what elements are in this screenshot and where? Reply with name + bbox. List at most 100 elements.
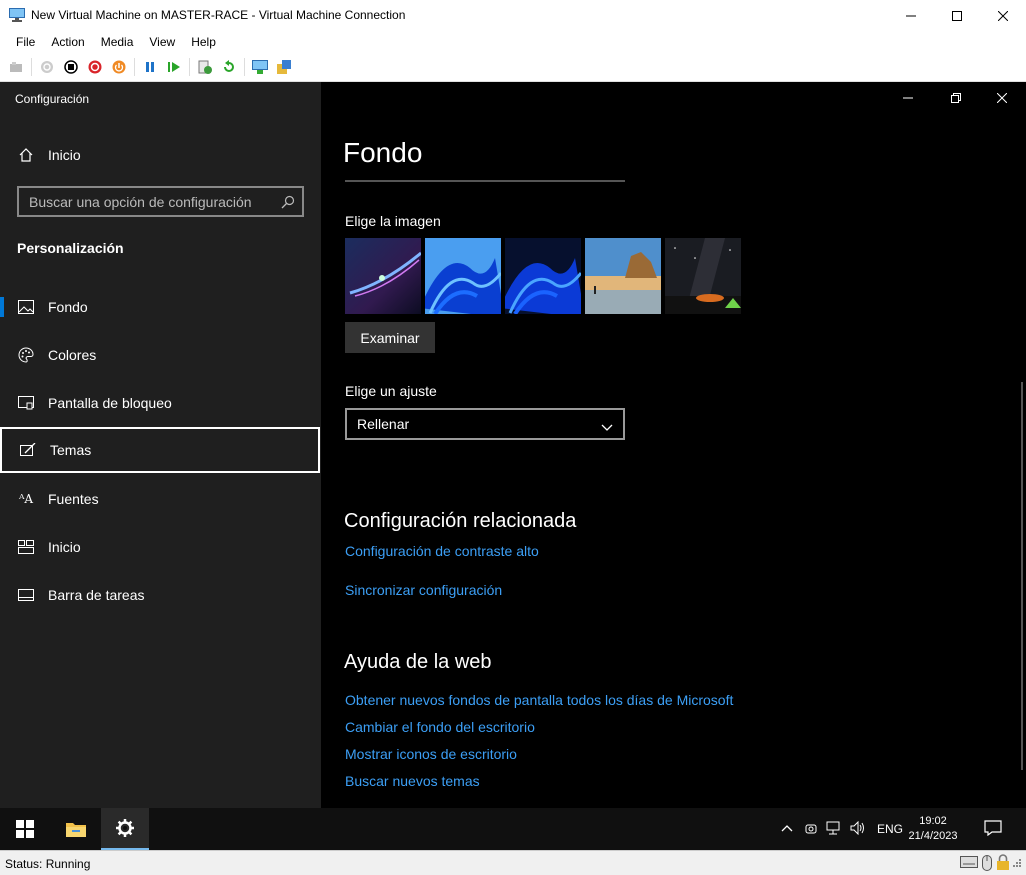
lock-icon: [996, 854, 1010, 873]
nav-temas[interactable]: Temas: [0, 427, 320, 473]
clock-date: 21/4/2023: [908, 830, 958, 842]
themes-icon: [2, 443, 50, 457]
taskbar: ENG 19:02 21/4/2023: [0, 808, 1026, 850]
related-settings-heading: Configuración relacionada: [344, 510, 577, 532]
save-state-icon[interactable]: [107, 56, 131, 78]
title-bar: New Virtual Machine on MASTER-RACE - Vir…: [0, 0, 1026, 31]
menu-file[interactable]: File: [8, 31, 43, 53]
nav-barra-tareas[interactable]: Barra de tareas: [0, 573, 321, 617]
vm-connection-icon: [9, 8, 25, 22]
link-daily-wallpapers[interactable]: Obtener nuevos fondos de pantalla todos …: [345, 692, 733, 708]
settings-content: Fondo Elige la imagen Examinar Elige un …: [321, 82, 1026, 808]
nav-fuentes[interactable]: ᴬA Fuentes: [0, 477, 321, 521]
start-tiles-icon: [0, 540, 48, 554]
nav-inicio-label: Inicio: [48, 539, 81, 555]
lock-screen-icon: [0, 396, 48, 410]
input-language[interactable]: ENG: [877, 822, 903, 836]
link-high-contrast[interactable]: Configuración de contraste alto: [345, 543, 539, 559]
scrollbar[interactable]: [1021, 382, 1023, 770]
shutdown-icon[interactable]: [83, 56, 107, 78]
nav-colores-label: Colores: [48, 347, 97, 363]
enhanced-session-icon[interactable]: [248, 56, 272, 78]
settings-search-input[interactable]: Buscar una opción de configuración: [17, 186, 304, 217]
meet-now-icon[interactable]: [804, 821, 818, 838]
settings-taskbar-button[interactable]: [101, 808, 149, 850]
palette-icon: [0, 347, 48, 363]
chevron-up-icon[interactable]: [781, 821, 793, 835]
maximize-button[interactable]: [934, 0, 980, 31]
nav-inicio[interactable]: Inicio: [0, 525, 321, 569]
background-preview: [345, 180, 625, 182]
section-heading: Personalización: [17, 240, 124, 256]
vm-screen[interactable]: Configuración Inicio Buscar una opción d…: [0, 82, 1026, 850]
checkpoint-icon[interactable]: [193, 56, 217, 78]
window-title: New Virtual Machine on MASTER-RACE - Vir…: [31, 8, 406, 22]
clock-time: 19:02: [919, 815, 947, 827]
browse-button[interactable]: Examinar: [345, 322, 435, 353]
home-icon: [0, 147, 48, 163]
revert-icon[interactable]: [217, 56, 241, 78]
nav-barra-tareas-label: Barra de tareas: [48, 587, 145, 603]
nav-colores[interactable]: Colores: [0, 333, 321, 377]
minimize-button[interactable]: [888, 0, 934, 31]
taskbar-icon: [0, 589, 48, 601]
link-sync-settings[interactable]: Sincronizar configuración: [345, 582, 502, 598]
settings-sidebar: Configuración Inicio Buscar una opción d…: [0, 82, 321, 808]
nav-fondo-label: Fondo: [48, 299, 88, 315]
windows-logo-icon: [16, 820, 34, 838]
resume-icon[interactable]: [162, 56, 186, 78]
fit-dropdown[interactable]: Rellenar: [345, 408, 625, 440]
link-change-desktop-background[interactable]: Cambiar el fondo del escritorio: [345, 719, 535, 735]
resize-grip-icon[interactable]: [1012, 857, 1022, 872]
file-explorer-button[interactable]: [52, 808, 100, 850]
search-icon: [281, 195, 295, 212]
menu-help[interactable]: Help: [183, 31, 224, 53]
search-placeholder: Buscar una opción de configuración: [29, 194, 252, 210]
link-find-themes[interactable]: Buscar nuevos temas: [345, 773, 480, 789]
clock[interactable]: 19:02 21/4/2023: [907, 814, 959, 844]
nav-pantalla-bloqueo[interactable]: Pantalla de bloqueo: [0, 381, 321, 425]
nav-fuentes-label: Fuentes: [48, 491, 99, 507]
volume-icon[interactable]: [850, 820, 866, 838]
folder-icon: [66, 823, 86, 837]
start-button[interactable]: [1, 808, 49, 850]
menu-action[interactable]: Action: [43, 31, 92, 53]
notification-icon[interactable]: [984, 820, 1002, 839]
mouse-icon: [982, 855, 992, 874]
menu-media[interactable]: Media: [93, 31, 142, 53]
inner-minimize-button[interactable]: [885, 88, 931, 108]
fonts-icon: ᴬA: [18, 492, 34, 506]
nav-fondo[interactable]: Fondo: [0, 285, 321, 329]
nav-home[interactable]: Inicio: [0, 133, 321, 177]
wallpaper-thumb-3[interactable]: [505, 238, 581, 314]
wallpaper-thumb-1[interactable]: [345, 238, 421, 314]
settings-app-title: Configuración: [15, 92, 90, 106]
nav-home-label: Inicio: [48, 147, 81, 163]
wallpaper-thumb-4[interactable]: [585, 238, 661, 314]
share-icon[interactable]: [272, 56, 296, 78]
start-icon[interactable]: [35, 56, 59, 78]
ctrl-alt-del-icon[interactable]: [4, 56, 28, 78]
menu-bar: File Action Media View Help: [0, 31, 1026, 53]
close-button[interactable]: [980, 0, 1026, 31]
inner-restore-button[interactable]: [933, 88, 979, 108]
choose-image-label: Elige la imagen: [345, 213, 441, 229]
gear-icon: [116, 819, 134, 837]
keyboard-icon: [960, 856, 978, 871]
link-show-desktop-icons[interactable]: Mostrar iconos de escritorio: [345, 746, 517, 762]
web-help-heading: Ayuda de la web: [344, 651, 492, 673]
wallpaper-thumb-2[interactable]: [425, 238, 501, 314]
nav-temas-label: Temas: [50, 442, 92, 458]
fit-value: Rellenar: [357, 416, 410, 432]
menu-view[interactable]: View: [141, 31, 183, 53]
toolbar: [0, 53, 1026, 82]
wallpaper-thumb-5[interactable]: [665, 238, 741, 314]
choose-fit-label: Elige un ajuste: [345, 383, 437, 399]
chevron-down-icon: [601, 419, 613, 435]
turn-off-icon[interactable]: [59, 56, 83, 78]
page-title: Fondo: [343, 137, 423, 168]
inner-close-button[interactable]: [979, 88, 1025, 108]
network-icon[interactable]: [826, 821, 842, 838]
pause-icon[interactable]: [138, 56, 162, 78]
status-bar: Status: Running: [0, 850, 1026, 875]
